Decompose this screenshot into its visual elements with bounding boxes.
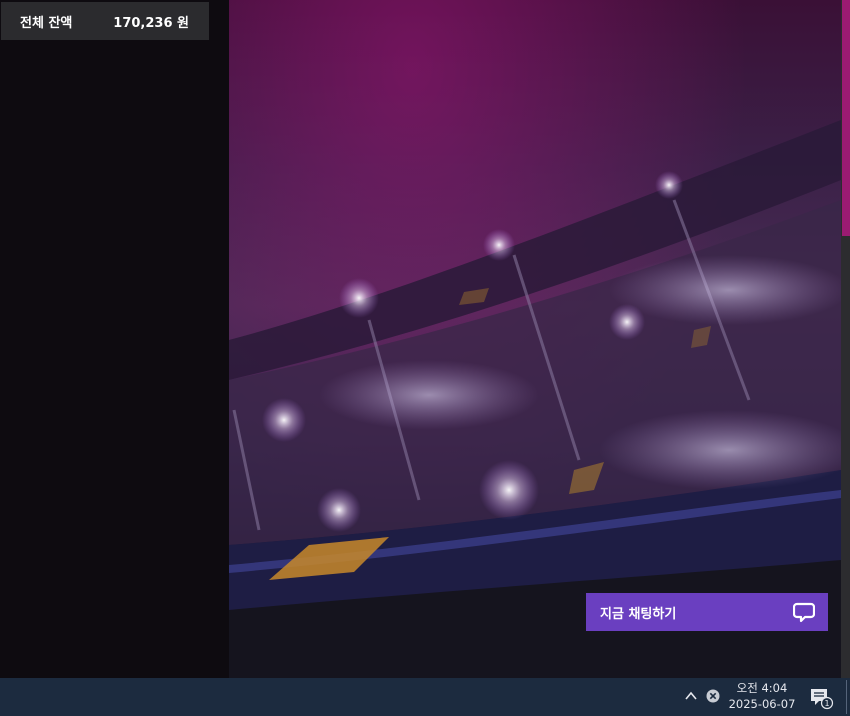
total-balance-bar: 전체 잔액 170,236 원 [1, 2, 209, 40]
scrollbar-thumb[interactable] [842, 0, 850, 236]
show-desktop-divider[interactable] [846, 680, 847, 714]
chevron-up-icon[interactable] [684, 689, 698, 703]
stadium-illustration [229, 120, 841, 678]
taskbar-clock[interactable]: 오전 4:04 2025-06-07 [726, 680, 798, 714]
notification-center-icon[interactable]: 1 [808, 686, 834, 710]
clock-date: 2025-06-07 [728, 697, 796, 711]
chat-now-label: 지금 채팅하기 [600, 606, 677, 622]
chat-now-button[interactable]: 지금 채팅하기 [586, 593, 828, 631]
close-circle-icon[interactable] [706, 689, 720, 703]
total-balance-amount: 170,236 원 [113, 15, 189, 31]
total-balance-label: 전체 잔액 [20, 15, 73, 31]
windows-taskbar [0, 678, 850, 716]
stadium-banner-image [229, 0, 841, 678]
clock-time: 오전 4:04 [736, 681, 788, 695]
notification-count: 1 [824, 699, 829, 708]
left-panel [0, 0, 229, 678]
chat-bubble-icon [793, 602, 815, 623]
